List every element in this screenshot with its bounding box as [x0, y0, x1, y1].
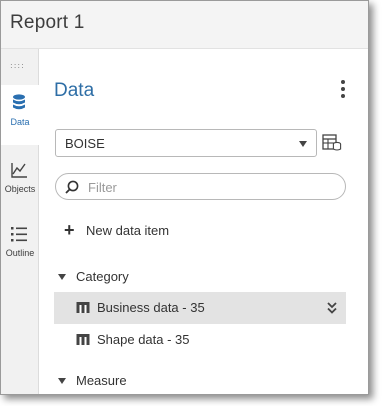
plus-icon: + — [64, 220, 75, 240]
title-bar: Report 1 — [1, 1, 368, 49]
line-chart-icon — [11, 163, 27, 178]
report-window: Report 1 :::: Data Objects Outline Data … — [0, 0, 369, 395]
data-item-label: Shape data - 35 — [97, 332, 190, 347]
category-table-icon — [76, 302, 90, 313]
group-measure-label: Measure — [76, 373, 127, 388]
collapse-triangle-icon — [58, 274, 66, 280]
data-item-label: Business data - 35 — [97, 300, 205, 315]
filter-input[interactable]: Filter — [55, 173, 346, 200]
data-source-value: BOISE — [65, 136, 105, 151]
panel-title: Data — [54, 80, 95, 101]
search-icon — [65, 180, 79, 194]
report-title: Report 1 — [10, 12, 85, 33]
database-icon — [13, 94, 25, 110]
data-item-shape-data[interactable]: Shape data - 35 — [54, 324, 346, 356]
more-options-icon[interactable] — [338, 80, 348, 100]
collapse-triangle-icon — [58, 378, 66, 384]
group-category-label: Category — [76, 269, 129, 284]
filter-placeholder: Filter — [88, 180, 117, 195]
list-icon — [11, 227, 27, 242]
rail-grip-icon[interactable]: :::: — [10, 62, 25, 70]
category-table-icon — [76, 334, 90, 345]
data-source-select[interactable]: BOISE — [55, 129, 317, 157]
tab-outline[interactable]: Outline — [1, 216, 39, 276]
tab-data[interactable]: Data — [1, 85, 39, 145]
left-rail: :::: Data Objects Outline — [1, 49, 39, 394]
tab-objects[interactable]: Objects — [1, 152, 39, 212]
new-data-item-label: New data item — [86, 223, 170, 238]
data-item-business-data[interactable]: Business data - 35 — [54, 292, 346, 324]
data-source-menu-icon[interactable] — [322, 133, 342, 153]
data-panel: Data BOISE Filter + New data item Catego… — [40, 49, 368, 394]
double-chevron-down-icon[interactable] — [326, 301, 338, 315]
chevron-down-icon — [299, 141, 307, 147]
